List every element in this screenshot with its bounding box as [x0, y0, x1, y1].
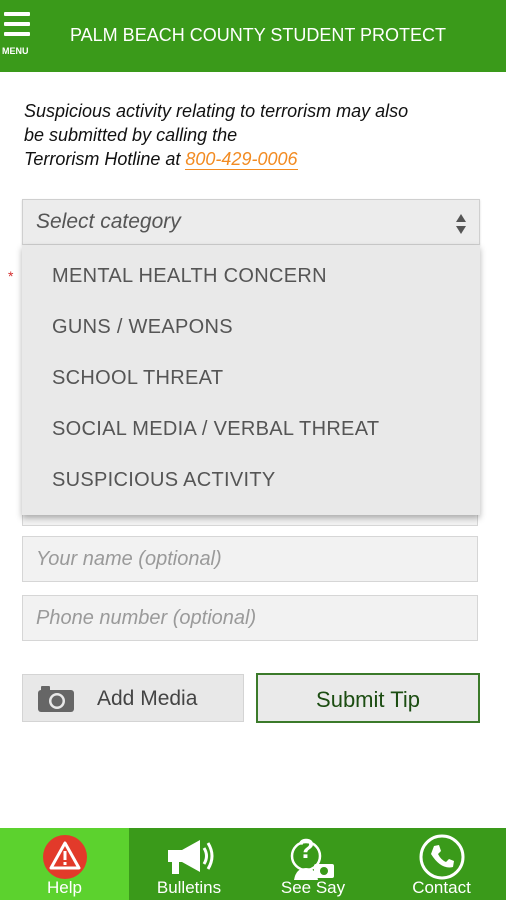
category-select[interactable]: Select category [22, 199, 480, 245]
hotline-at: at [160, 149, 186, 169]
warning-icon [42, 835, 87, 879]
menu-label: MENU [2, 46, 29, 56]
info-line-2: be submitted by calling the [24, 125, 238, 145]
tab-see-say-label: See Say [280, 878, 346, 897]
menu-icon-bar [4, 22, 30, 26]
app-title: PALM BEACH COUNTY STUDENT PROTECT [70, 25, 447, 45]
menu-button[interactable]: MENU [0, 10, 34, 60]
svg-text:?: ? [297, 834, 314, 864]
required-asterisk: * [8, 268, 14, 284]
select-arrows-icon [456, 214, 466, 234]
dropdown-option[interactable]: SCHOOL THREAT [52, 367, 223, 390]
phone-placeholder: Phone number (optional) [36, 607, 257, 629]
hotline-phone-link[interactable]: 800-429-0006 [185, 149, 298, 170]
submit-tip-label: Submit Tip [316, 687, 420, 712]
dropdown-option[interactable]: SUSPICIOUS ACTIVITY [52, 469, 276, 492]
tab-help-label: Help [47, 878, 82, 897]
category-dropdown: MENTAL HEALTH CONCERN GUNS / WEAPONS SCH… [22, 245, 480, 515]
tab-help[interactable]: Help [0, 828, 129, 900]
camera-icon [38, 686, 74, 712]
tab-bulletins[interactable]: Bulletins [129, 828, 249, 900]
dropdown-option[interactable]: MENTAL HEALTH CONCERN [52, 265, 327, 288]
add-media-label: Add Media [97, 687, 198, 710]
name-placeholder: Your name (optional) [36, 548, 222, 570]
hotline-info: Suspicious activity relating to terroris… [24, 99, 484, 171]
tab-contact[interactable]: Contact [377, 828, 506, 900]
hotline-label: Terrorism Hotline [24, 149, 161, 169]
tab-bulletins-label: Bulletins [156, 878, 222, 897]
megaphone-icon [168, 840, 214, 874]
app-header: MENU PALM BEACH COUNTY STUDENT PROTECT [0, 0, 506, 72]
category-select-value: Select category [36, 210, 181, 233]
menu-icon [4, 12, 30, 16]
info-line-1: Suspicious activity relating to terroris… [24, 101, 409, 121]
dropdown-option[interactable]: SOCIAL MEDIA / VERBAL THREAT [52, 418, 379, 441]
phone-icon [419, 834, 464, 880]
submit-tip-button[interactable]: Submit Tip [256, 673, 480, 723]
bottom-tab-bar: Help Bulletins ? See Say Contact [0, 828, 506, 900]
tab-see-say[interactable]: ? See Say [249, 828, 377, 900]
phone-input[interactable]: Phone number (optional) [22, 595, 478, 641]
tab-contact-label: Contact [412, 878, 471, 897]
question-camera-icon: ? [290, 834, 334, 880]
dropdown-option[interactable]: GUNS / WEAPONS [52, 316, 233, 339]
add-media-button[interactable]: Add Media [22, 674, 244, 722]
menu-icon-bar [4, 32, 30, 36]
name-input[interactable]: Your name (optional) [22, 536, 478, 582]
